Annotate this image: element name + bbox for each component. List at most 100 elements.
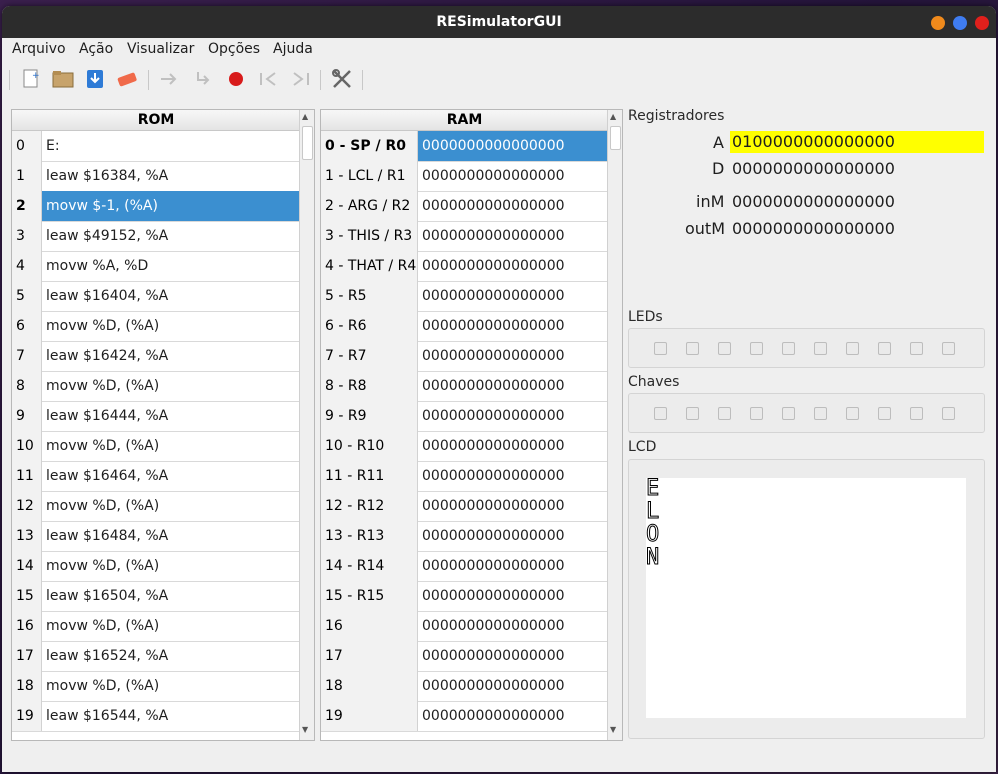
ram-row[interactable]: 8 - R8 0000000000000000	[321, 371, 607, 402]
ram-value[interactable]: 0000000000000000	[418, 281, 607, 311]
ram-value[interactable]: 0000000000000000	[418, 341, 607, 371]
rom-row[interactable]: 6 movw %D, (%A)	[12, 311, 299, 342]
rom-instruction[interactable]: leaw $16464, %A	[42, 461, 299, 491]
rom-instruction[interactable]: movw %D, (%A)	[42, 551, 299, 581]
rom-instruction[interactable]: leaw $16424, %A	[42, 341, 299, 371]
eraser-icon[interactable]	[116, 68, 138, 90]
step-into-icon[interactable]	[192, 68, 214, 90]
switch-checkbox[interactable]	[910, 407, 923, 420]
ram-row[interactable]: 9 - R9 0000000000000000	[321, 401, 607, 432]
ram-row[interactable]: 11 - R11 0000000000000000	[321, 461, 607, 492]
ram-value[interactable]: 0000000000000000	[418, 371, 607, 401]
rom-row[interactable]: 4 movw %A, %D	[12, 251, 299, 282]
ram-row[interactable]: 7 - R7 0000000000000000	[321, 341, 607, 372]
ram-value[interactable]: 0000000000000000	[418, 131, 607, 161]
rom-row[interactable]: 1 leaw $16384, %A	[12, 161, 299, 192]
rom-scrollbar[interactable]: ▲ ▼	[299, 110, 314, 740]
ram-value[interactable]: 0000000000000000	[418, 401, 607, 431]
rom-instruction[interactable]: movw %D, (%A)	[42, 491, 299, 521]
rom-instruction[interactable]: movw %D, (%A)	[42, 431, 299, 461]
forward-end-icon[interactable]	[290, 68, 312, 90]
ram-value[interactable]: 0000000000000000	[418, 191, 607, 221]
rom-row[interactable]: 15 leaw $16504, %A	[12, 581, 299, 612]
scrollbar-thumb[interactable]	[302, 126, 313, 160]
menu-arquivo[interactable]: Arquivo	[12, 41, 66, 57]
open-folder-icon[interactable]	[52, 68, 74, 90]
ram-value[interactable]: 0000000000000000	[418, 611, 607, 641]
rom-row[interactable]: 5 leaw $16404, %A	[12, 281, 299, 312]
ram-value[interactable]: 0000000000000000	[418, 701, 607, 731]
ram-row[interactable]: 19 0000000000000000	[321, 701, 607, 732]
close-button[interactable]	[975, 16, 989, 30]
rom-instruction[interactable]: leaw $16444, %A	[42, 401, 299, 431]
rom-row[interactable]: 13 leaw $16484, %A	[12, 521, 299, 552]
rom-instruction[interactable]: movw %D, (%A)	[42, 311, 299, 341]
rom-row[interactable]: 2 movw $-1, (%A)	[12, 191, 299, 222]
ram-value[interactable]: 0000000000000000	[418, 311, 607, 341]
scroll-up-icon[interactable]: ▲	[610, 112, 616, 121]
ram-row[interactable]: 1 - LCL / R1 0000000000000000	[321, 161, 607, 192]
rom-instruction[interactable]: movw %D, (%A)	[42, 611, 299, 641]
rom-row[interactable]: 18 movw %D, (%A)	[12, 671, 299, 702]
rom-instruction[interactable]: leaw $49152, %A	[42, 221, 299, 251]
scroll-down-icon[interactable]: ▼	[610, 725, 616, 734]
tools-icon[interactable]	[331, 68, 353, 90]
rom-instruction[interactable]: E:	[42, 131, 299, 161]
rom-instruction[interactable]: movw %A, %D	[42, 251, 299, 281]
menu-acao[interactable]: Ação	[79, 41, 113, 57]
rom-row[interactable]: 0 E:	[12, 131, 299, 162]
rom-instruction[interactable]: leaw $16524, %A	[42, 641, 299, 671]
rom-row[interactable]: 14 movw %D, (%A)	[12, 551, 299, 582]
ram-row[interactable]: 15 - R15 0000000000000000	[321, 581, 607, 612]
menu-visualizar[interactable]: Visualizar	[127, 41, 194, 57]
rewind-start-icon[interactable]	[257, 68, 279, 90]
rom-row[interactable]: 12 movw %D, (%A)	[12, 491, 299, 522]
ram-value[interactable]: 0000000000000000	[418, 221, 607, 251]
switch-checkbox[interactable]	[654, 407, 667, 420]
ram-value[interactable]: 0000000000000000	[418, 551, 607, 581]
ram-row[interactable]: 10 - R10 0000000000000000	[321, 431, 607, 462]
ram-value[interactable]: 0000000000000000	[418, 161, 607, 191]
rom-instruction[interactable]: leaw $16404, %A	[42, 281, 299, 311]
rom-row[interactable]: 8 movw %D, (%A)	[12, 371, 299, 402]
switch-checkbox[interactable]	[782, 407, 795, 420]
ram-value[interactable]: 0000000000000000	[418, 581, 607, 611]
ram-value[interactable]: 0000000000000000	[418, 671, 607, 701]
rom-instruction[interactable]: leaw $16384, %A	[42, 161, 299, 191]
switch-checkbox[interactable]	[878, 407, 891, 420]
rom-row[interactable]: 17 leaw $16524, %A	[12, 641, 299, 672]
switch-checkbox[interactable]	[750, 407, 763, 420]
step-icon[interactable]	[158, 68, 180, 90]
ram-value[interactable]: 0000000000000000	[418, 521, 607, 551]
ram-row[interactable]: 5 - R5 0000000000000000	[321, 281, 607, 312]
rom-row[interactable]: 16 movw %D, (%A)	[12, 611, 299, 642]
rom-row[interactable]: 7 leaw $16424, %A	[12, 341, 299, 372]
new-file-icon[interactable]: +	[20, 68, 42, 90]
ram-row[interactable]: 16 0000000000000000	[321, 611, 607, 642]
ram-row[interactable]: 18 0000000000000000	[321, 671, 607, 702]
rom-row[interactable]: 11 leaw $16464, %A	[12, 461, 299, 492]
rom-instruction[interactable]: leaw $16504, %A	[42, 581, 299, 611]
rom-row[interactable]: 3 leaw $49152, %A	[12, 221, 299, 252]
rom-row[interactable]: 10 movw %D, (%A)	[12, 431, 299, 462]
rom-row[interactable]: 19 leaw $16544, %A	[12, 701, 299, 732]
rom-row[interactable]: 9 leaw $16444, %A	[12, 401, 299, 432]
rom-instruction[interactable]: leaw $16484, %A	[42, 521, 299, 551]
rom-instruction[interactable]: movw %D, (%A)	[42, 371, 299, 401]
scrollbar-thumb[interactable]	[610, 126, 621, 150]
stop-icon[interactable]	[225, 68, 247, 90]
menu-opcoes[interactable]: Opções	[208, 41, 260, 57]
rom-instruction[interactable]: leaw $16544, %A	[42, 701, 299, 731]
switch-checkbox[interactable]	[814, 407, 827, 420]
rom-instruction[interactable]: movw %D, (%A)	[42, 671, 299, 701]
switch-checkbox[interactable]	[846, 407, 859, 420]
scroll-up-icon[interactable]: ▲	[302, 112, 308, 121]
ram-row[interactable]: 2 - ARG / R2 0000000000000000	[321, 191, 607, 222]
ram-row[interactable]: 3 - THIS / R3 0000000000000000	[321, 221, 607, 252]
ram-row[interactable]: 14 - R14 0000000000000000	[321, 551, 607, 582]
save-download-icon[interactable]	[84, 68, 106, 90]
menu-ajuda[interactable]: Ajuda	[273, 41, 313, 57]
maximize-button[interactable]	[953, 16, 967, 30]
scroll-down-icon[interactable]: ▼	[302, 725, 308, 734]
ram-value[interactable]: 0000000000000000	[418, 431, 607, 461]
